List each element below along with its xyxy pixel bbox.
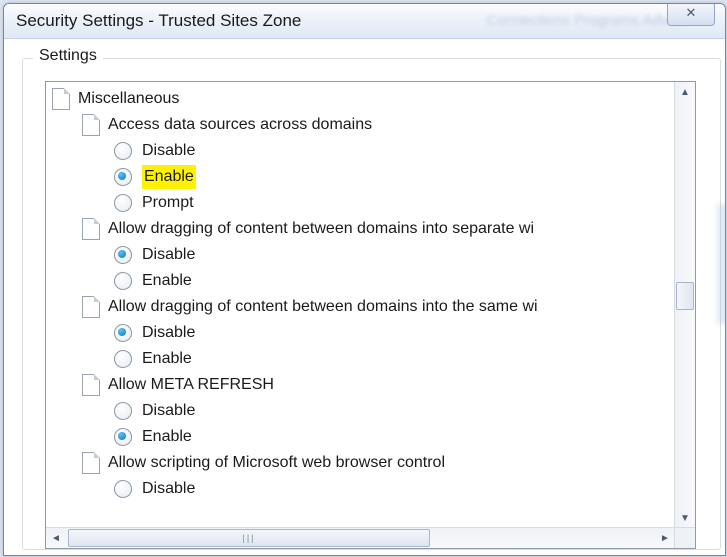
radio-button[interactable] [114,324,132,342]
background-tabs-blur: Connections Programs Advan [487,12,685,29]
option-label: Disable [142,243,195,268]
setting-label: Access data sources across domains [108,113,372,138]
titlebar: Security Settings - Trusted Sites Zone C… [4,4,725,39]
close-button[interactable]: ✕ [667,3,715,26]
option-label: Enable [142,347,192,372]
tree-option-3-1[interactable]: Enable [52,424,673,450]
radio-button[interactable] [114,480,132,498]
window-title: Security Settings - Trusted Sites Zone [16,11,301,31]
scroll-up-arrow-icon[interactable]: ▲ [675,82,695,102]
page-icon [82,452,100,474]
horizontal-scroll-thumb[interactable]: ||| [68,529,430,547]
option-label: Enable [142,269,192,294]
scroll-grip-icon: ||| [242,533,255,543]
tree-option-2-1[interactable]: Enable [52,346,673,372]
option-label: Disable [142,139,195,164]
scroll-down-arrow-icon[interactable]: ▼ [675,508,695,528]
setting-label: Allow dragging of content between domain… [108,295,538,320]
page-icon [82,296,100,318]
scroll-left-arrow-icon[interactable]: ◄ [46,528,66,548]
radio-button[interactable] [114,246,132,264]
tree-setting-2: Allow dragging of content between domain… [52,294,673,320]
vertical-scroll-thumb[interactable] [676,282,694,310]
client-area: Settings MiscellaneousAccess data source… [18,58,725,555]
close-icon: ✕ [686,5,697,21]
scroll-right-arrow-icon[interactable]: ► [655,528,675,548]
horizontal-scrollbar[interactable]: ◄ ||| ► [46,527,675,548]
category-label: Miscellaneous [78,87,179,112]
tree-category-miscellaneous: Miscellaneous [52,86,673,112]
option-label: Disable [142,477,195,502]
vertical-scrollbar[interactable]: ▲ ▼ [674,82,695,528]
tree-option-1-1[interactable]: Enable [52,268,673,294]
radio-button[interactable] [114,402,132,420]
tree-option-1-0[interactable]: Disable [52,242,673,268]
option-label: Enable [142,425,192,450]
tree-setting-4: Allow scripting of Microsoft web browser… [52,450,673,476]
radio-button[interactable] [114,350,132,368]
tree-option-0-2[interactable]: Prompt [52,190,673,216]
scrollbar-corner [674,527,695,548]
page-icon [82,374,100,396]
page-icon [52,88,70,110]
tree-option-0-1[interactable]: Enable [52,164,673,190]
settings-groupbox: Settings MiscellaneousAccess data source… [22,58,721,550]
option-label: Disable [142,399,195,424]
groupbox-label: Settings [33,47,103,65]
tree-option-4-0[interactable]: Disable [52,476,673,502]
radio-button[interactable] [114,142,132,160]
radio-button[interactable] [114,194,132,212]
page-icon [82,218,100,240]
radio-button[interactable] [114,428,132,446]
settings-tree[interactable]: MiscellaneousAccess data sources across … [46,82,675,528]
page-icon [82,114,100,136]
setting-label: Allow META REFRESH [108,373,274,398]
tree-setting-3: Allow META REFRESH [52,372,673,398]
radio-button[interactable] [114,272,132,290]
option-label: Prompt [142,191,194,216]
settings-tree-container: MiscellaneousAccess data sources across … [45,81,696,549]
tree-option-3-0[interactable]: Disable [52,398,673,424]
option-label: Disable [142,321,195,346]
radio-button[interactable] [114,168,132,186]
dialog-window: Security Settings - Trusted Sites Zone C… [3,3,726,556]
option-label: Enable [142,165,196,190]
tree-setting-0: Access data sources across domains [52,112,673,138]
tree-setting-1: Allow dragging of content between domain… [52,216,673,242]
setting-label: Allow dragging of content between domain… [108,217,534,242]
tree-option-0-0[interactable]: Disable [52,138,673,164]
setting-label: Allow scripting of Microsoft web browser… [108,451,445,476]
tree-option-2-0[interactable]: Disable [52,320,673,346]
